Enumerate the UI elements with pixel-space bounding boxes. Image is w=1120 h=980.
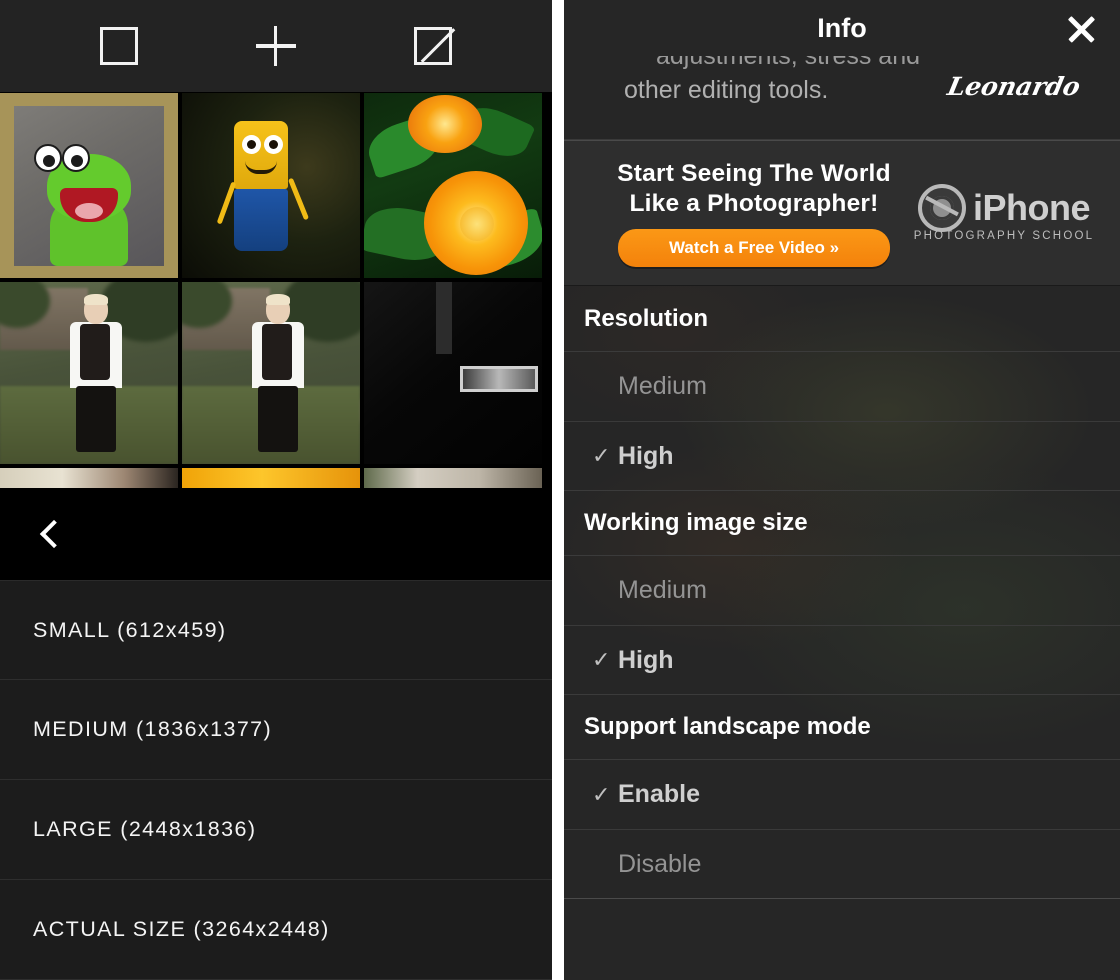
ad-text-block: Start Seeing The World Like a Photograph… [582, 159, 912, 267]
mail-slot [460, 366, 538, 392]
option-label: Medium [618, 372, 707, 400]
thumb-portrait-right[interactable] [182, 282, 360, 464]
promo-text-block: adjustments, stress and other editing to… [564, 56, 1120, 140]
person-hair [84, 294, 108, 305]
option-landscape-enable[interactable]: ✓ Enable [564, 760, 1120, 829]
size-option-label: SMALL (612x459) [33, 617, 227, 642]
image-size-list: SMALL (612x459) MEDIUM (1836x1377) LARGE… [0, 580, 552, 980]
option-resolution-medium[interactable]: ✓ Medium [564, 352, 1120, 421]
person-vest [80, 324, 110, 380]
section-title-working-image-size: Working image size [564, 490, 1120, 556]
robot-eye-left [242, 135, 261, 154]
person-hair [266, 294, 290, 305]
thumbnail-grid [0, 93, 552, 488]
option-label: Disable [618, 849, 702, 878]
dark-column [436, 282, 452, 354]
chevron-left-icon[interactable] [39, 519, 69, 549]
plus-icon [255, 26, 296, 66]
signature: Leonardo [945, 72, 1084, 101]
section-title-support-landscape-mode: Support landscape mode [564, 694, 1120, 760]
back-bar [0, 488, 552, 580]
option-working-size-high[interactable]: ✓ High [564, 625, 1120, 694]
size-option-label: ACTUAL SIZE (3264x2448) [33, 917, 330, 941]
frog-tongue [75, 202, 103, 219]
flower-bloom-small [408, 95, 482, 153]
option-label: High [618, 441, 674, 470]
section-title-resolution: Resolution [564, 286, 1120, 352]
page-title: Info [817, 12, 867, 43]
person-vest [262, 324, 292, 380]
logo-row: iPhone [917, 184, 1091, 232]
option-label: High [618, 645, 674, 674]
thumb-strip-pale[interactable] [0, 468, 178, 488]
size-option-small[interactable]: SMALL (612x459) [0, 580, 552, 680]
thumbnail-row [0, 93, 552, 278]
square-frame-button[interactable] [96, 23, 142, 69]
ad-headline-line2: Like a Photographer! [629, 190, 879, 217]
thumb-portrait-left[interactable] [0, 282, 178, 464]
robot-body [234, 189, 288, 251]
promo-line: other editing tools. [624, 76, 829, 104]
person-pants [258, 386, 298, 452]
info-panel: Info adjustments, stress and other editi… [564, 0, 1120, 980]
section-tail [564, 898, 1120, 954]
option-working-size-medium[interactable]: ✓ Medium [564, 556, 1120, 625]
logo-wordmark: iPhone [972, 187, 1091, 228]
size-option-actual[interactable]: ACTUAL SIZE (3264x2448) [0, 880, 552, 980]
thumbnail-row [0, 282, 552, 464]
size-option-label: MEDIUM (1836x1377) [33, 717, 273, 741]
close-icon[interactable] [1062, 10, 1100, 48]
check-icon: ✓ [592, 647, 611, 672]
square-icon [99, 27, 138, 65]
flower-center [460, 207, 494, 241]
ad-headline-line1: Start Seeing The World [617, 160, 891, 187]
frog-eye-left [34, 143, 62, 172]
size-option-large[interactable]: LARGE (2448x1836) [0, 780, 552, 880]
app-screen: SMALL (612x459) MEDIUM (1836x1377) LARGE… [0, 0, 1120, 980]
check-icon: ✓ [592, 443, 611, 468]
add-button[interactable] [253, 23, 299, 69]
info-scroll-area[interactable]: adjustments, stress and other editing to… [564, 56, 1120, 954]
option-landscape-disable[interactable]: ✓ Disable [564, 829, 1120, 898]
editor-toolbar [0, 0, 552, 93]
thumb-kermit-frog[interactable] [0, 93, 178, 278]
aperture-icon [917, 184, 966, 232]
square-diagonal-icon [414, 27, 453, 65]
thumb-dark-mailslot[interactable] [364, 282, 542, 464]
check-icon: ✓ [592, 781, 611, 807]
thumb-yellow-robot[interactable] [182, 93, 360, 278]
option-resolution-high[interactable]: ✓ High [564, 421, 1120, 490]
info-header: Info [564, 0, 1120, 56]
person-pants [76, 386, 116, 452]
thumbnail-row-partial [0, 468, 552, 488]
robot-head [234, 121, 288, 189]
robot-arm-right [287, 177, 310, 221]
crop-diagonal-button[interactable] [410, 23, 456, 69]
photo-editor-panel: SMALL (612x459) MEDIUM (1836x1377) LARGE… [0, 0, 552, 980]
option-label: Enable [618, 780, 700, 808]
thumb-strip-orange[interactable] [182, 468, 360, 488]
size-option-label: LARGE (2448x1836) [33, 817, 257, 841]
thumb-strip-neutral[interactable] [364, 468, 542, 488]
watch-video-button[interactable]: Watch a Free Video » [618, 229, 890, 267]
robot-eye-right [264, 135, 283, 154]
ad-banner[interactable]: Start Seeing The World Like a Photograph… [564, 140, 1120, 286]
promo-cut-line: adjustments, stress and [656, 56, 921, 70]
frog-eye-right [62, 143, 90, 172]
ad-logo: iPhone PHOTOGRAPHY SCHOOL [912, 184, 1102, 242]
panel-divider [552, 0, 564, 980]
size-option-medium[interactable]: MEDIUM (1836x1377) [0, 680, 552, 780]
option-label: Medium [618, 576, 707, 604]
kermit-photo [14, 105, 164, 266]
thumb-orange-flowers[interactable] [364, 93, 542, 278]
